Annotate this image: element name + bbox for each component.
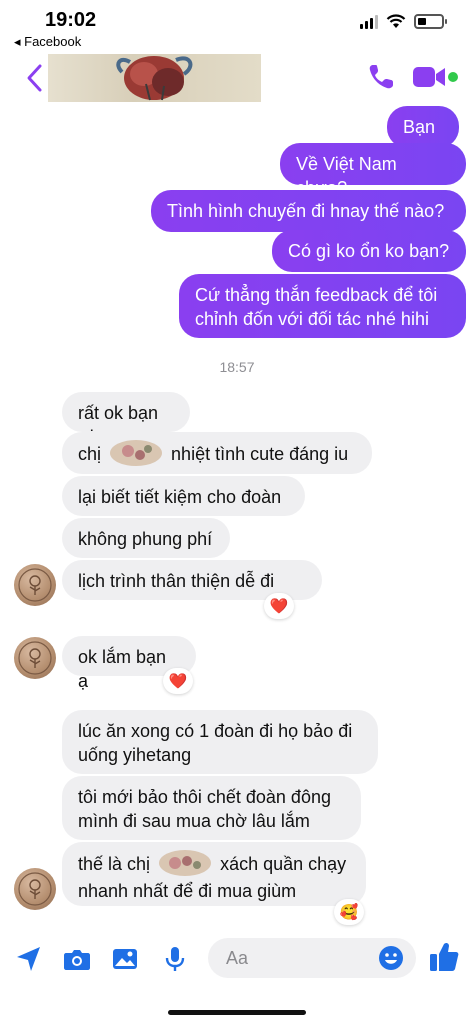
signal-icon: [360, 14, 378, 29]
contact-avatar[interactable]: [14, 637, 56, 679]
video-call-icon[interactable]: [412, 64, 446, 90]
message-text: nhiệt tình cute đáng iu: [171, 443, 349, 464]
message-text: chị: [78, 443, 102, 464]
gallery-icon[interactable]: [110, 944, 140, 974]
status-icons: [360, 14, 447, 29]
emoji-icon[interactable]: [378, 945, 404, 971]
incoming-message[interactable]: lúc ăn xong có 1 đoàn đi họ bảo đi uống …: [62, 710, 378, 774]
back-chevron-icon[interactable]: [20, 60, 50, 96]
incoming-message[interactable]: thế là chị xách quần chạy nhanh nhất để …: [62, 842, 366, 906]
wifi-icon: [386, 14, 406, 28]
microphone-icon[interactable]: [160, 944, 190, 974]
outgoing-message[interactable]: Có gì ko ổn ko bạn?: [272, 230, 466, 272]
home-indicator: [168, 1010, 306, 1015]
incoming-message[interactable]: rất ok bạn ơi: [62, 392, 190, 447]
camera-icon[interactable]: [62, 944, 92, 974]
message-timestamp: 18:57: [219, 359, 255, 375]
message-composer: [0, 930, 474, 990]
message-input-box[interactable]: [208, 938, 416, 978]
outgoing-message[interactable]: Bạn ơi: [387, 106, 459, 161]
voice-call-icon[interactable]: [366, 62, 396, 92]
outgoing-message[interactable]: Tình hình chuyến đi hnay thế nào?: [151, 190, 466, 232]
censored-name-image: [159, 850, 212, 876]
back-to-app-link[interactable]: ◂ Facebook: [14, 34, 81, 50]
rose-seal-icon: [18, 872, 52, 906]
message-text: thế là chị: [78, 853, 151, 874]
outgoing-message[interactable]: Về Việt Nam chưa?: [280, 143, 466, 198]
message-input[interactable]: [208, 938, 358, 978]
incoming-message[interactable]: chị nhiệt tình cute đáng iu: [62, 432, 372, 474]
rose-seal-icon: [18, 568, 52, 602]
rose-seal-icon: [18, 641, 52, 675]
contact-name-censored[interactable]: [48, 54, 261, 102]
status-time: 19:02: [45, 9, 97, 31]
location-arrow-icon[interactable]: [14, 944, 44, 974]
like-thumb-icon[interactable]: [428, 940, 460, 974]
incoming-message[interactable]: không phung phí: [62, 518, 230, 558]
incoming-message[interactable]: tôi mới bảo thôi chết đoàn đông mình đi …: [62, 776, 361, 840]
reaction-badge[interactable]: ❤️: [264, 593, 294, 619]
status-bar: 19:02 ◂ Facebook: [0, 0, 474, 52]
incoming-message[interactable]: lại biết tiết kiệm cho đoàn: [62, 476, 305, 516]
online-status-dot: [446, 70, 460, 84]
contact-avatar[interactable]: [14, 868, 56, 910]
censored-name-image: [110, 440, 163, 466]
battery-icon: [414, 14, 447, 29]
anatomical-heart-image: [116, 56, 193, 101]
outgoing-message[interactable]: Cứ thẳng thắn feedback để tôi chỉnh đốn …: [179, 274, 466, 338]
contact-avatar[interactable]: [14, 564, 56, 606]
chat-header: [0, 52, 474, 104]
reaction-badge[interactable]: ❤️: [163, 668, 193, 694]
reaction-badge[interactable]: 🥰: [334, 899, 364, 925]
